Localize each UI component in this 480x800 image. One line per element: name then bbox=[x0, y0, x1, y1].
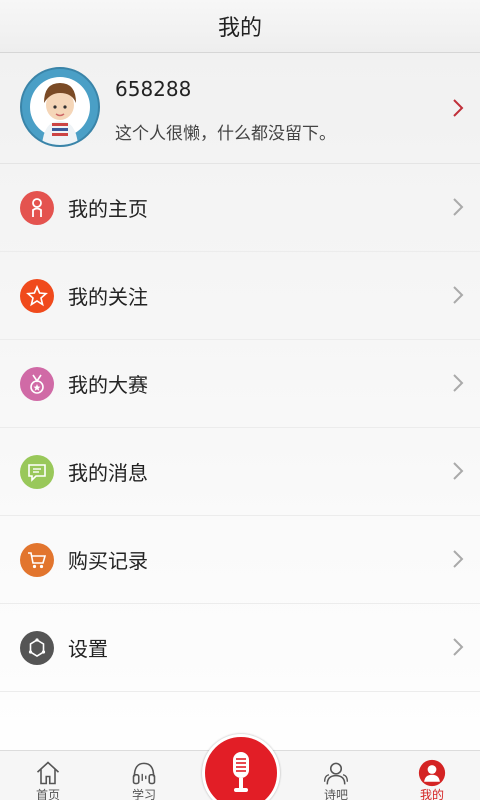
microphone-icon bbox=[233, 752, 249, 792]
star-icon bbox=[20, 279, 54, 313]
menu-item-following[interactable]: 我的关注 bbox=[0, 252, 480, 340]
menu-label: 我的关注 bbox=[68, 285, 148, 309]
menu-label: 购买记录 bbox=[68, 549, 148, 573]
settings-icon bbox=[20, 631, 54, 665]
menu-item-contests[interactable]: 我的大赛 bbox=[0, 340, 480, 428]
chevron-right-icon bbox=[453, 462, 464, 480]
tab-label: 首页 bbox=[35, 788, 60, 800]
tab-poetry[interactable]: 诗吧 bbox=[288, 751, 384, 800]
profile-card[interactable]: 658288 这个人很懒，什么都没留下。 bbox=[0, 53, 480, 164]
tab-mine[interactable]: 我的 bbox=[384, 751, 480, 800]
tab-label: 诗吧 bbox=[323, 788, 348, 800]
menu-label: 我的主页 bbox=[68, 197, 148, 221]
menu-item-messages[interactable]: 我的消息 bbox=[0, 428, 480, 516]
tab-home[interactable]: 首页 bbox=[0, 751, 96, 800]
menu-label: 我的消息 bbox=[68, 461, 148, 485]
header-bar: 我的 bbox=[0, 0, 480, 53]
menu-item-settings[interactable]: 设置 bbox=[0, 604, 480, 692]
menu-label: 我的大赛 bbox=[68, 373, 148, 397]
medal-icon bbox=[20, 367, 54, 401]
people-icon bbox=[323, 762, 349, 785]
message-icon bbox=[20, 455, 54, 489]
page-title: 我的 bbox=[217, 16, 262, 41]
tab-label: 学习 bbox=[131, 788, 156, 800]
chevron-right-icon bbox=[453, 374, 464, 392]
chevron-right-icon bbox=[453, 638, 464, 656]
home-icon bbox=[36, 761, 60, 785]
tab-study[interactable]: 学习 bbox=[96, 751, 192, 800]
menu-item-purchases[interactable]: 购买记录 bbox=[0, 516, 480, 604]
menu-item-homepage[interactable]: 我的主页 bbox=[0, 164, 480, 252]
chevron-right-icon bbox=[453, 550, 464, 568]
person-icon bbox=[20, 191, 54, 225]
chevron-right-icon bbox=[453, 99, 464, 117]
menu-label: 设置 bbox=[68, 637, 108, 661]
cart-icon bbox=[20, 543, 54, 577]
record-button[interactable] bbox=[202, 734, 280, 800]
tab-label: 我的 bbox=[419, 788, 444, 800]
avatar[interactable] bbox=[20, 67, 100, 147]
headphones-icon bbox=[132, 762, 156, 785]
chevron-right-icon bbox=[453, 198, 464, 216]
user-bio: 这个人很懒，什么都没留下。 bbox=[115, 124, 336, 144]
chevron-right-icon bbox=[453, 286, 464, 304]
user-icon bbox=[418, 759, 446, 787]
username: 658288 bbox=[115, 77, 192, 101]
